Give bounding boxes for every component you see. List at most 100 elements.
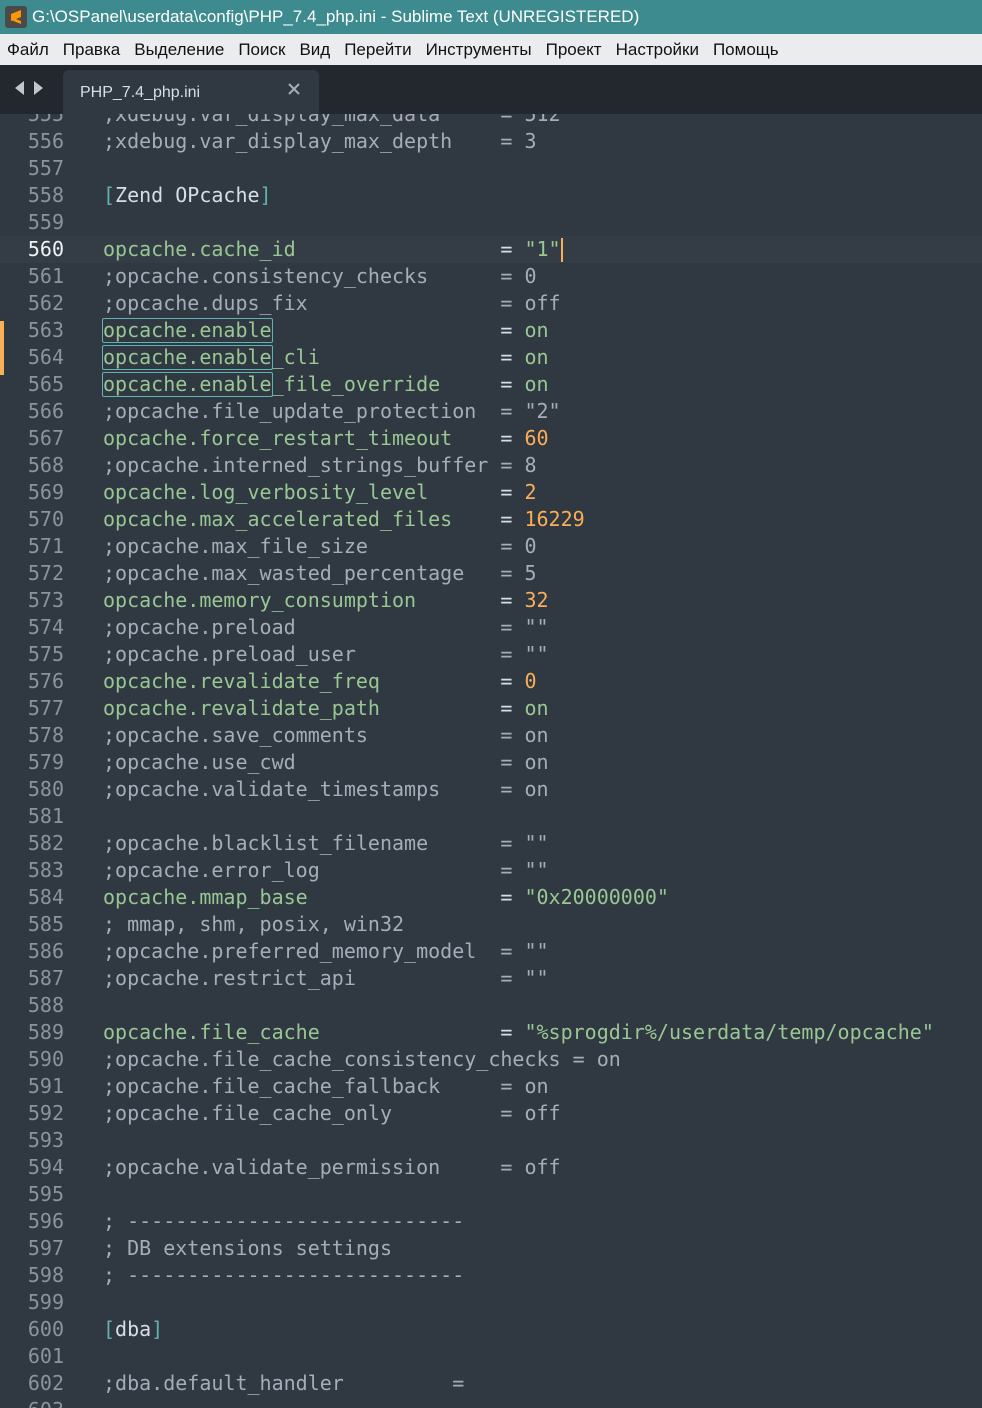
padding bbox=[428, 264, 500, 288]
equals-sign: = bbox=[500, 669, 525, 693]
equals-sign: = bbox=[572, 1047, 597, 1071]
line-number: 572 bbox=[27, 561, 64, 585]
line-code: ; mmap, shm, posix, win32 bbox=[103, 911, 404, 938]
setting-key: ;opcache.file_cache_only bbox=[103, 1101, 392, 1125]
line-number: 567 bbox=[27, 426, 64, 450]
line-number: 555 bbox=[27, 114, 64, 126]
code-line: 556 ;xdebug.var_display_max_depth = 3 bbox=[0, 128, 982, 155]
search-highlight bbox=[102, 318, 273, 343]
line-code: ;opcache.interned_strings_buffer = 8 bbox=[103, 452, 537, 479]
equals-sign: = bbox=[500, 885, 525, 909]
setting-key: opcache.file_cache bbox=[103, 1020, 320, 1044]
line-code: ;opcache.max_file_size = 0 bbox=[103, 533, 537, 560]
menu-item[interactable]: Выделение bbox=[127, 40, 231, 60]
line-number: 575 bbox=[27, 642, 64, 666]
setting-value: on bbox=[524, 723, 549, 747]
code-line: 571 ;opcache.max_file_size = 0 bbox=[0, 533, 982, 560]
setting-key: ;xdebug.var_display_max_depth bbox=[103, 129, 453, 153]
menu-item[interactable]: Настройки bbox=[609, 40, 706, 60]
line-code: ;opcache.blacklist_filename = "" bbox=[103, 830, 549, 857]
padding bbox=[344, 1371, 452, 1395]
setting-key: opcache.mmap_base bbox=[103, 885, 308, 909]
line-number: 586 bbox=[27, 939, 64, 963]
comment-text: ; mmap, shm, posix, win32 bbox=[103, 912, 405, 936]
setting-value: 5 bbox=[524, 561, 537, 585]
menu-item[interactable]: Перейти bbox=[337, 40, 418, 60]
equals-sign: = bbox=[500, 966, 525, 990]
code-line: 596 ; ---------------------------- bbox=[0, 1208, 982, 1235]
equals-sign: = bbox=[500, 939, 525, 963]
setting-key: ;opcache.file_cache_consistency_checks bbox=[103, 1047, 561, 1071]
code-line: 603 bbox=[0, 1397, 982, 1408]
setting-key: ;opcache.file_cache_fallback bbox=[103, 1074, 441, 1098]
menu-item[interactable]: Инструменты bbox=[419, 40, 539, 60]
setting-value: 60 bbox=[524, 426, 549, 450]
line-number: 568 bbox=[27, 453, 64, 477]
menu-item[interactable]: Вид bbox=[292, 40, 337, 60]
line-code: ;opcache.validate_timestamps = on bbox=[103, 776, 549, 803]
line-code: opcache.revalidate_freq = 0 bbox=[103, 668, 537, 695]
setting-value: "" bbox=[524, 939, 549, 963]
code-line: 588 bbox=[0, 992, 982, 1019]
code-line: 591 ;opcache.file_cache_fallback = on bbox=[0, 1073, 982, 1100]
line-number: 578 bbox=[27, 723, 64, 747]
line-number: 573 bbox=[27, 588, 64, 612]
equals-sign: = bbox=[500, 114, 525, 126]
line-number: 570 bbox=[27, 507, 64, 531]
line-code: opcache.force_restart_timeout = 60 bbox=[103, 425, 549, 452]
padding bbox=[476, 939, 500, 963]
line-number: 583 bbox=[27, 858, 64, 882]
padding bbox=[440, 777, 500, 801]
equals-sign: = bbox=[500, 696, 525, 720]
line-number: 593 bbox=[27, 1128, 64, 1152]
menu-item[interactable]: Проект bbox=[539, 40, 609, 60]
setting-key: opcache.memory_consumption bbox=[103, 588, 417, 612]
line-number: 565 bbox=[27, 372, 64, 396]
setting-value: 0 bbox=[524, 534, 537, 558]
setting-value: 16229 bbox=[524, 507, 585, 531]
line-code: ;opcache.file_cache_only = off bbox=[103, 1100, 561, 1127]
tab-prev-icon[interactable] bbox=[13, 80, 25, 96]
code-line: 590 ;opcache.file_cache_consistency_check… bbox=[0, 1046, 982, 1073]
code-line: 575 ;opcache.preload_user = "" bbox=[0, 641, 982, 668]
equals-sign: = bbox=[500, 237, 525, 261]
setting-key: ;opcache.preferred_memory_model bbox=[103, 939, 477, 963]
menu-item[interactable]: Поиск bbox=[231, 40, 292, 60]
equals-sign: = bbox=[500, 831, 525, 855]
close-icon[interactable] bbox=[286, 81, 302, 97]
line-code: opcache.mmap_base = "0x20000000" bbox=[103, 884, 669, 911]
line-code: ;opcache.preload_user = "" bbox=[103, 641, 549, 668]
menu-item[interactable]: Помощь bbox=[706, 40, 786, 60]
code-line: 600 [dba] bbox=[0, 1316, 982, 1343]
code-line: 557 bbox=[0, 155, 982, 182]
tab-php-ini[interactable]: PHP_7.4_php.ini bbox=[63, 70, 319, 114]
equals-sign: = bbox=[500, 561, 525, 585]
line-code: opcache.file_cache = "%sprogdir%/userdat… bbox=[103, 1019, 934, 1046]
comment-text: ; ---------------------------- bbox=[103, 1263, 465, 1287]
equals-sign: = bbox=[500, 345, 525, 369]
line-number: 592 bbox=[27, 1101, 64, 1125]
code-editor[interactable]: 555 ;xdebug.var_display_max_data = 512 556… bbox=[0, 114, 982, 1408]
padding bbox=[320, 858, 501, 882]
menu-item[interactable]: Правка bbox=[56, 40, 127, 60]
search-highlight bbox=[102, 345, 273, 370]
equals-sign: = bbox=[500, 750, 525, 774]
equals-sign: = bbox=[500, 399, 525, 423]
line-code: ;opcache.max_wasted_percentage = 5 bbox=[103, 560, 537, 587]
padding bbox=[308, 885, 501, 909]
tab-next-icon[interactable] bbox=[33, 80, 45, 96]
padding bbox=[452, 129, 500, 153]
line-number: 563 bbox=[27, 318, 64, 342]
line-code: [Zend OPcache] bbox=[103, 182, 272, 209]
comment-text: ; DB extensions settings bbox=[103, 1236, 392, 1260]
setting-key: ;opcache.use_cwd bbox=[103, 750, 296, 774]
code-line: 574 ;opcache.preload = "" bbox=[0, 614, 982, 641]
setting-value: on bbox=[524, 318, 549, 342]
equals-sign: = bbox=[500, 426, 525, 450]
section-name: dba bbox=[115, 1317, 152, 1341]
setting-value: on bbox=[524, 696, 549, 720]
setting-key: opcache.force_restart_timeout bbox=[103, 426, 453, 450]
menu-item[interactable]: Файл bbox=[0, 40, 56, 60]
line-number: 595 bbox=[27, 1182, 64, 1206]
code-line: 560 opcache.cache_id = "1" bbox=[0, 236, 982, 263]
